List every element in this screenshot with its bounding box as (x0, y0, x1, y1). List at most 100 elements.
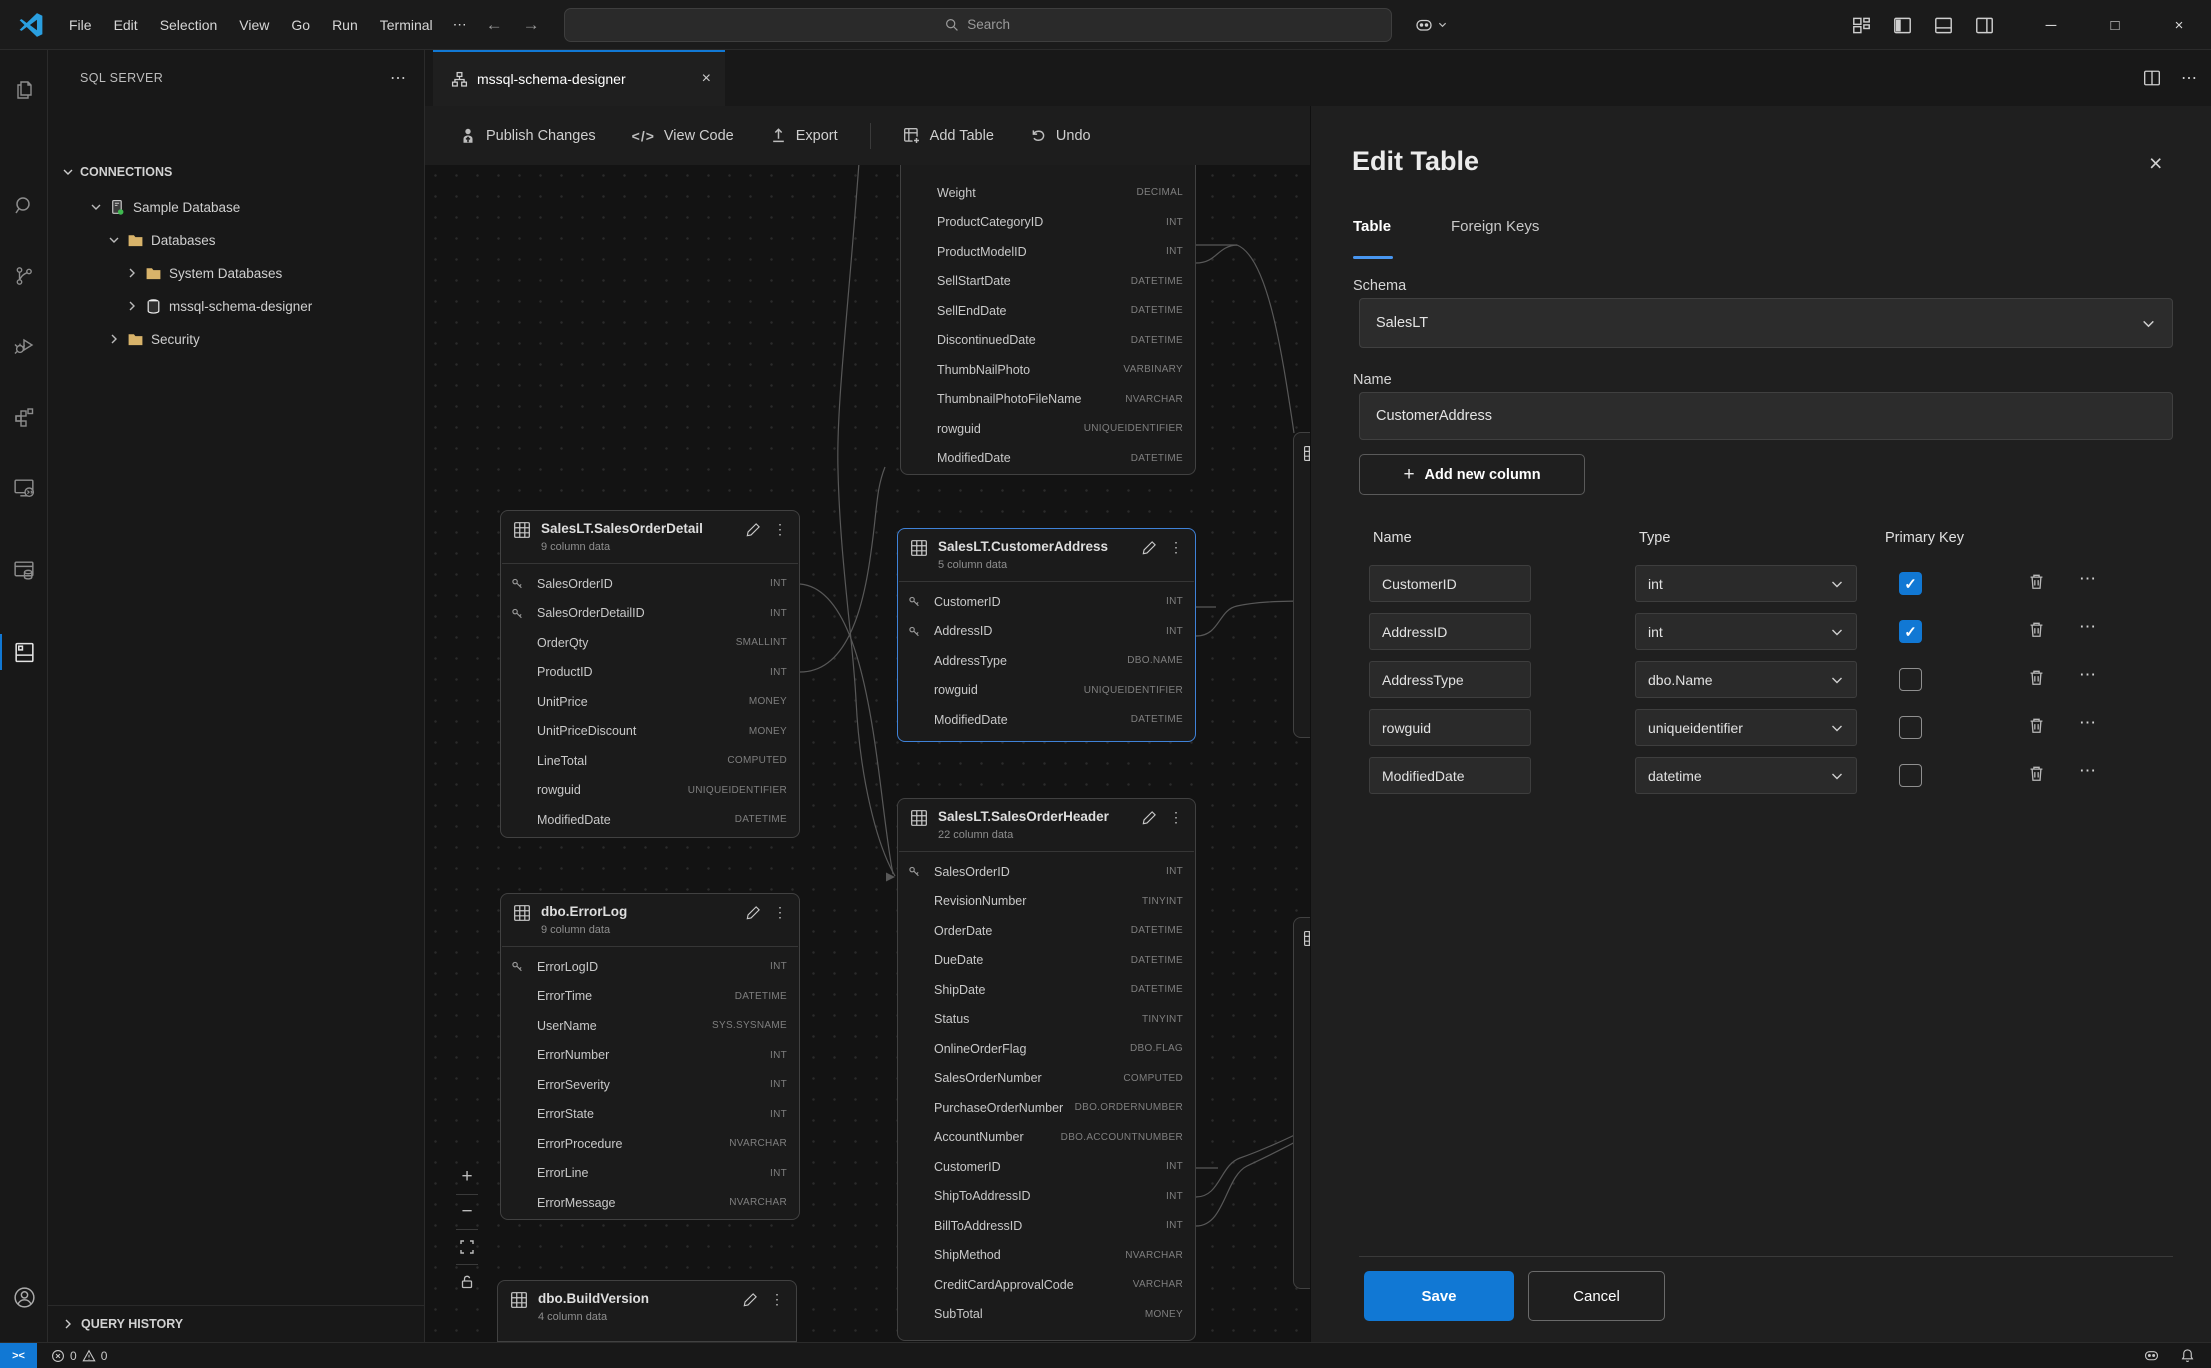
copilot-menu[interactable] (1414, 15, 1447, 35)
query-history-section[interactable]: QUERY HISTORY (48, 1305, 424, 1342)
toggle-secondary-sidebar-icon[interactable] (1975, 16, 1994, 35)
tree-item-databases[interactable]: Databases (48, 225, 424, 255)
edit-table-pencil-icon[interactable] (746, 522, 761, 537)
schema-select[interactable]: SalesLT (1359, 298, 2173, 348)
edit-table-pencil-icon[interactable] (746, 905, 761, 920)
table-menu-icon[interactable]: ⋮ (770, 1291, 784, 1308)
toggle-panel-icon[interactable] (1934, 16, 1953, 35)
export-button[interactable]: Export (756, 119, 852, 152)
primary-key-checkbox[interactable] (1899, 716, 1922, 739)
tab-mssql-schema-designer[interactable]: mssql-schema-designer × (433, 50, 725, 106)
table-menu-icon[interactable]: ⋮ (1169, 539, 1183, 556)
delete-column-button[interactable] (2027, 668, 2046, 687)
column-more-actions[interactable]: ⋯ (2079, 761, 2097, 781)
copilot-status-icon[interactable] (2143, 1347, 2160, 1364)
zoom-out-button[interactable]: − (451, 1195, 483, 1229)
tab-close-icon[interactable]: × (702, 70, 711, 88)
delete-column-button[interactable] (2027, 716, 2046, 735)
menu-item[interactable]: Run (321, 12, 369, 38)
sql-server-view-icon[interactable] (0, 546, 48, 594)
explorer-icon[interactable] (0, 66, 48, 114)
table-card-errorlog[interactable]: dbo.ErrorLog 9 column data ⋮ ErrorLogID … (500, 893, 800, 1220)
cancel-button[interactable]: Cancel (1528, 1271, 1665, 1321)
table-card-salesorderheader[interactable]: SalesLT.SalesOrderHeader 22 column data … (897, 798, 1196, 1341)
source-control-icon[interactable] (0, 252, 48, 300)
account-icon[interactable] (0, 1273, 48, 1321)
menu-item[interactable]: File (58, 12, 103, 38)
fit-to-screen-button[interactable] (451, 1230, 483, 1264)
problems-indicator[interactable]: 0 0 (51, 1349, 107, 1363)
table-card-salesorderdetail[interactable]: SalesLT.SalesOrderDetail 9 column data ⋮… (500, 510, 800, 838)
primary-key-checkbox[interactable]: ✓ (1899, 572, 1922, 595)
unlock-button[interactable] (451, 1265, 483, 1299)
menu-item[interactable]: Selection (149, 12, 229, 38)
column-type-select[interactable]: int (1635, 565, 1857, 602)
column-more-actions[interactable]: ⋯ (2079, 617, 2097, 637)
window-maximize-button[interactable]: □ (2083, 0, 2147, 50)
save-button[interactable]: Save (1364, 1271, 1514, 1321)
column-name-input[interactable]: rowguid (1369, 709, 1531, 746)
table-card-buildversion[interactable]: dbo.BuildVersion 4 column data ⋮ (497, 1280, 797, 1342)
table-name-input[interactable]: CustomerAddress (1359, 392, 2173, 440)
edit-table-pencil-icon[interactable] (1142, 810, 1157, 825)
extensions-icon[interactable] (0, 393, 48, 441)
connections-section[interactable]: CONNECTIONS (48, 160, 424, 184)
customize-layout-icon[interactable] (1852, 16, 1871, 35)
sidebar-more-actions[interactable]: ⋯ (390, 68, 408, 88)
tree-item-sample-database[interactable]: Sample Database (48, 192, 424, 222)
search-view-icon[interactable] (0, 182, 48, 230)
view-code-button[interactable]: </> View Code (618, 120, 748, 152)
column-name-input[interactable]: ModifiedDate (1369, 757, 1531, 794)
column-more-actions[interactable]: ⋯ (2079, 713, 2097, 733)
primary-key-checkbox[interactable] (1899, 668, 1922, 691)
toggle-primary-sidebar-icon[interactable] (1893, 16, 1912, 35)
table-card-customeraddress[interactable]: SalesLT.CustomerAddress 5 column data ⋮ … (897, 528, 1196, 742)
search-input[interactable]: Search (564, 8, 1392, 42)
column-type-select[interactable]: int (1635, 613, 1857, 650)
table-menu-icon[interactable]: ⋮ (773, 904, 787, 921)
publish-changes-button[interactable]: Publish Changes (445, 119, 610, 153)
menu-item[interactable]: View (228, 12, 280, 38)
delete-column-button[interactable] (2027, 572, 2046, 591)
column-type-select[interactable]: uniqueidentifier (1635, 709, 1857, 746)
editor-more-actions[interactable]: ⋯ (2181, 68, 2197, 88)
tab-foreign-keys[interactable]: Foreign Keys (1451, 218, 1539, 235)
tab-table[interactable]: Table (1353, 218, 1391, 235)
table-menu-icon[interactable]: ⋮ (1169, 809, 1183, 826)
tree-item-mssql-schema-designer[interactable]: mssql-schema-designer (48, 291, 424, 321)
panel-close-icon[interactable]: × (2149, 150, 2162, 177)
delete-column-button[interactable] (2027, 620, 2046, 639)
menu-item[interactable]: Edit (103, 12, 149, 38)
zoom-in-button[interactable]: + (451, 1160, 483, 1194)
split-editor-icon[interactable] (2143, 69, 2161, 87)
column-type-select[interactable]: dbo.Name (1635, 661, 1857, 698)
nav-forward-icon[interactable]: → (513, 15, 550, 35)
column-name-input[interactable]: AddressID (1369, 613, 1531, 650)
run-debug-icon[interactable] (0, 322, 48, 370)
column-more-actions[interactable]: ⋯ (2079, 569, 2097, 589)
primary-key-checkbox[interactable] (1899, 764, 1922, 787)
add-table-button[interactable]: Add Table (889, 119, 1008, 153)
window-close-button[interactable]: × (2147, 0, 2211, 50)
nav-back-icon[interactable]: ← (476, 15, 513, 35)
schema-designer-view-icon[interactable] (0, 628, 48, 676)
remote-explorer-icon[interactable] (0, 464, 48, 512)
remote-indicator[interactable]: >< (0, 1343, 37, 1368)
table-card-product-partial[interactable]: Weight DECIMAL ProductCategoryID INT Pro… (900, 165, 1196, 475)
tree-item-security[interactable]: Security (48, 324, 424, 354)
add-new-column-button[interactable]: + Add new column (1359, 454, 1585, 495)
column-name-input[interactable]: AddressType (1369, 661, 1531, 698)
menu-overflow[interactable]: ⋯ (444, 11, 476, 38)
delete-column-button[interactable] (2027, 764, 2046, 783)
menu-item[interactable]: Terminal (369, 12, 444, 38)
primary-key-checkbox[interactable]: ✓ (1899, 620, 1922, 643)
tree-item-system-databases[interactable]: System Databases (48, 258, 424, 288)
column-name-input[interactable]: CustomerID (1369, 565, 1531, 602)
edit-table-pencil-icon[interactable] (743, 1292, 758, 1307)
column-type-select[interactable]: datetime (1635, 757, 1857, 794)
column-more-actions[interactable]: ⋯ (2079, 665, 2097, 685)
notifications-bell-icon[interactable] (2180, 1348, 2195, 1363)
undo-button[interactable]: Undo (1016, 119, 1105, 152)
window-minimize-button[interactable]: ─ (2019, 0, 2083, 50)
menu-item[interactable]: Go (280, 12, 321, 38)
